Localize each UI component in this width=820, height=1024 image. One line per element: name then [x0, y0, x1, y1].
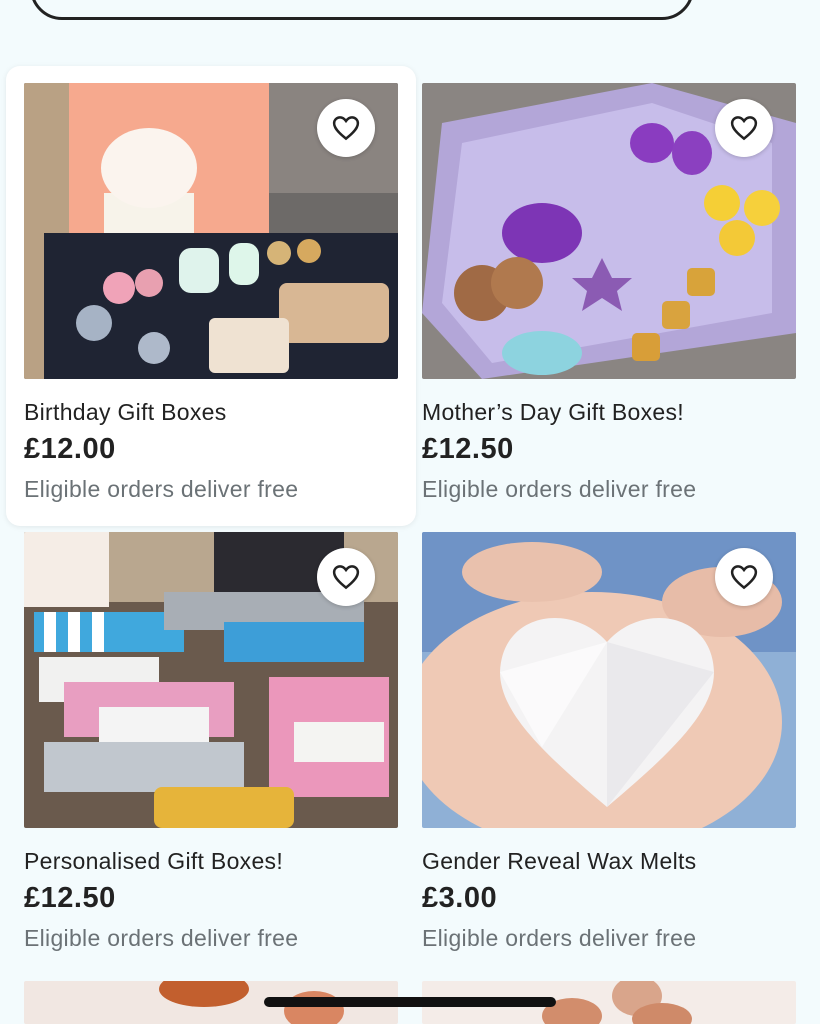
listing-card[interactable]: Personalised Gift Boxes! £12.50 Eligible… [6, 515, 416, 975]
shipping-note: Eligible orders deliver free [24, 476, 299, 502]
home-indicator[interactable] [264, 997, 556, 1007]
heart-outline-icon [332, 116, 360, 141]
favorite-button[interactable] [715, 548, 773, 606]
shipping-note: Eligible orders deliver free [422, 476, 697, 502]
shipping-note: Eligible orders deliver free [24, 925, 299, 951]
listing-price: £12.50 [422, 433, 514, 465]
listing-card[interactable]: Birthday Gift Boxes £12.00 Eligible orde… [6, 66, 416, 526]
shipping-note: Eligible orders deliver free [422, 925, 697, 951]
listing-title[interactable]: Gender Reveal Wax Melts [422, 848, 696, 875]
listing-card[interactable]: Gender Reveal Wax Melts £3.00 Eligible o… [410, 515, 820, 975]
favorite-button[interactable] [317, 548, 375, 606]
heart-outline-icon [332, 565, 360, 590]
listing-title[interactable]: Mother’s Day Gift Boxes! [422, 399, 684, 426]
heart-outline-icon [730, 116, 758, 141]
listing-price: £12.00 [24, 433, 116, 465]
listing-title[interactable]: Personalised Gift Boxes! [24, 848, 283, 875]
listing-card[interactable]: Mother’s Day Gift Boxes! £12.50 Eligible… [410, 66, 820, 526]
listing-price: £12.50 [24, 882, 116, 914]
heart-outline-icon [730, 565, 758, 590]
listing-grid: Birthday Gift Boxes £12.00 Eligible orde… [0, 0, 820, 1024]
favorite-button[interactable] [715, 99, 773, 157]
listing-title[interactable]: Birthday Gift Boxes [24, 399, 227, 426]
listing-price: £3.00 [422, 882, 498, 914]
favorite-button[interactable] [317, 99, 375, 157]
